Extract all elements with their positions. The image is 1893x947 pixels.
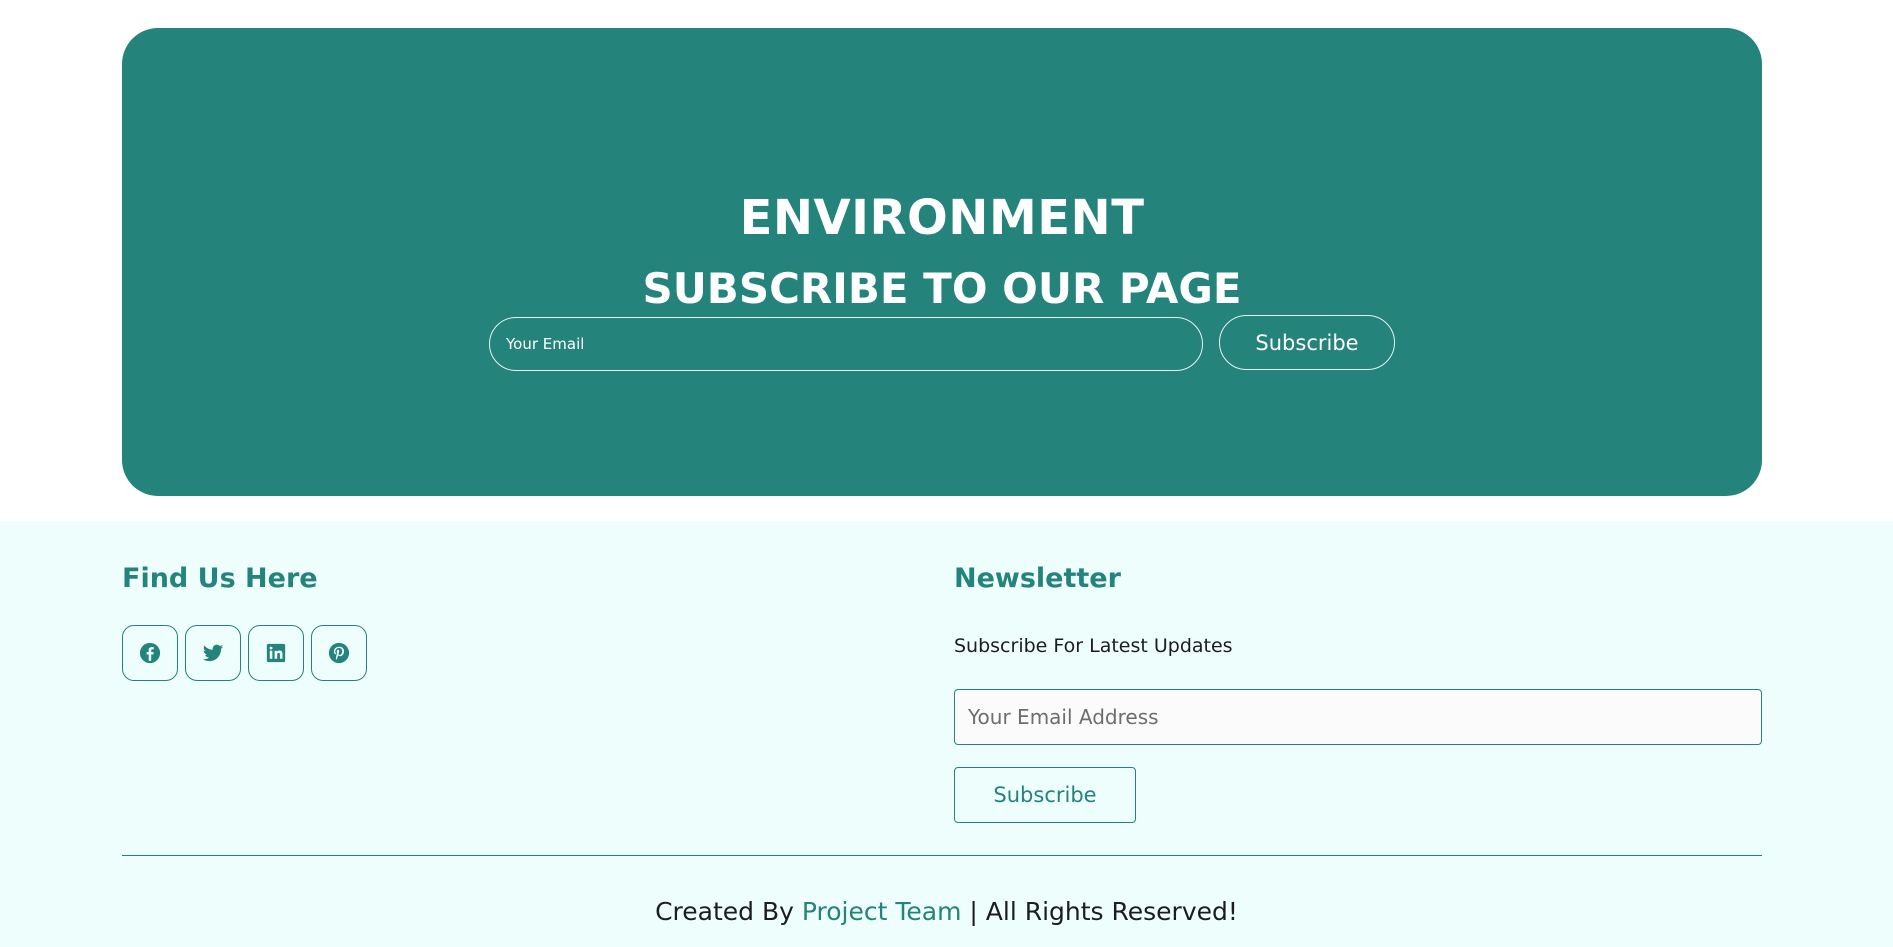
subscribe-hero: ENVIRONMENT SUBSCRIBE TO OUR PAGE Subscr… bbox=[122, 28, 1762, 496]
pinterest-icon bbox=[328, 642, 350, 664]
credits-team-link[interactable]: Project Team bbox=[802, 897, 962, 926]
twitter-icon bbox=[202, 642, 224, 664]
linkedin-icon bbox=[265, 642, 287, 664]
pinterest-button[interactable] bbox=[311, 625, 367, 681]
linkedin-button[interactable] bbox=[248, 625, 304, 681]
newsletter-text: Subscribe For Latest Updates bbox=[954, 635, 1233, 657]
facebook-button[interactable] bbox=[122, 625, 178, 681]
hero-subscribe-button[interactable]: Subscribe bbox=[1219, 315, 1395, 370]
credits-prefix: Created By bbox=[655, 897, 794, 926]
page: ENVIRONMENT SUBSCRIBE TO OUR PAGE Subscr… bbox=[0, 0, 1893, 947]
footer: Find Us Here Newsletter Subscribe For La… bbox=[0, 521, 1893, 947]
newsletter-heading: Newsletter bbox=[954, 563, 1121, 594]
credits: Created By Project Team | All Rights Res… bbox=[0, 895, 1893, 929]
newsletter-subscribe-button[interactable]: Subscribe bbox=[954, 767, 1136, 823]
newsletter-section: Newsletter Subscribe For Latest Updates … bbox=[954, 561, 1762, 823]
hero-title: ENVIRONMENT bbox=[739, 190, 1145, 246]
hero-email-input[interactable] bbox=[489, 317, 1203, 371]
hero-subtitle: SUBSCRIBE TO OUR PAGE bbox=[642, 264, 1242, 313]
credits-suffix: | All Rights Reserved! bbox=[969, 897, 1238, 926]
newsletter-email-input[interactable] bbox=[954, 689, 1762, 745]
facebook-icon bbox=[139, 642, 161, 664]
footer-divider bbox=[122, 855, 1762, 856]
twitter-button[interactable] bbox=[185, 625, 241, 681]
social-links bbox=[122, 625, 367, 681]
find-us-heading: Find Us Here bbox=[122, 563, 318, 594]
find-us-section: Find Us Here bbox=[122, 561, 367, 681]
